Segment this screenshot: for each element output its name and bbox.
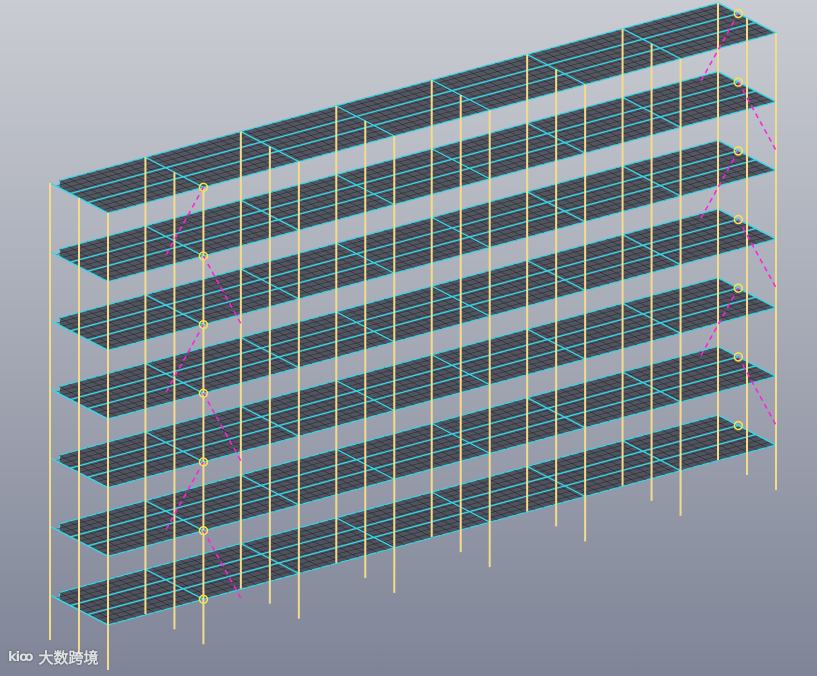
watermark: kiꝏ 大数跨境 bbox=[8, 647, 99, 668]
dashu-logo-icon: kiꝏ bbox=[8, 650, 34, 665]
floor-slabs bbox=[49, 2, 778, 626]
watermark-text: 大数跨境 bbox=[38, 649, 99, 667]
mesh-line bbox=[55, 5, 724, 187]
structural-3d-model-view[interactable] bbox=[0, 0, 817, 676]
